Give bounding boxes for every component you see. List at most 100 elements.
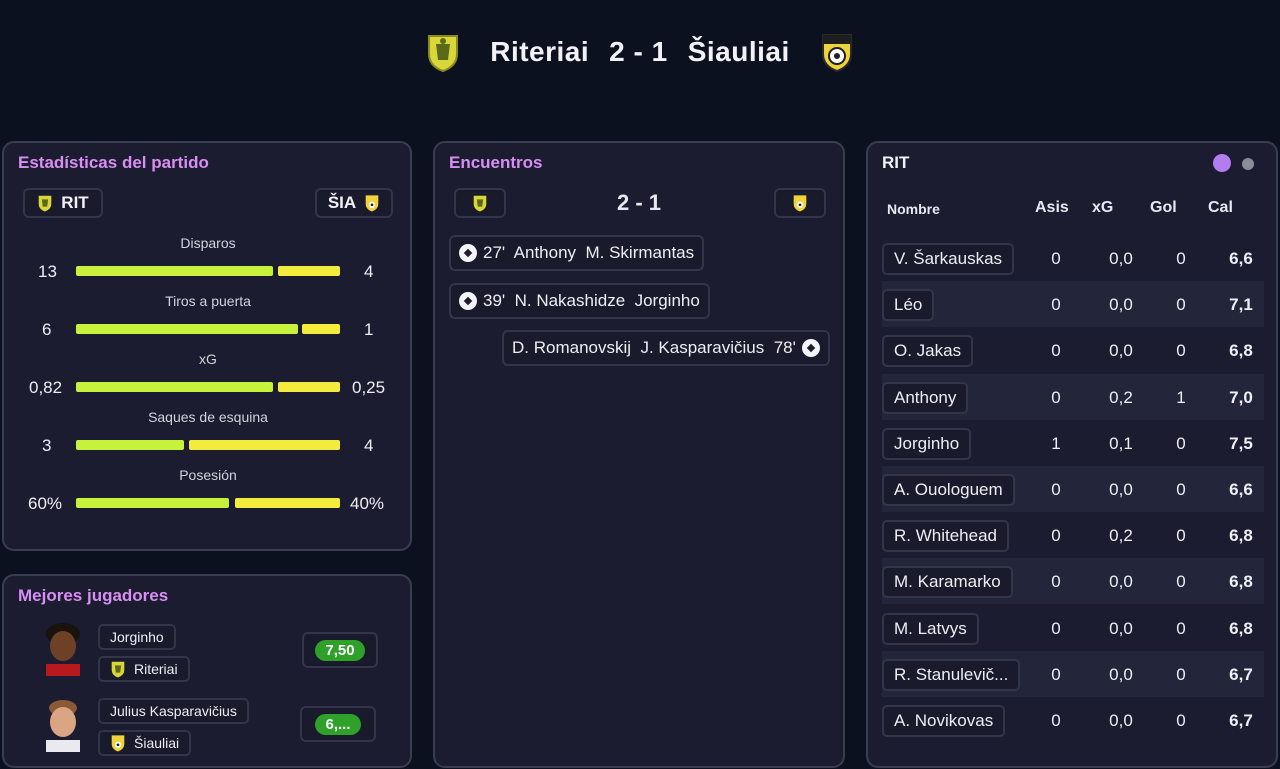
table-row[interactable]: Anthony 0 0,2 1 7,0	[882, 373, 1264, 420]
col-header-asis[interactable]: Asis	[1035, 199, 1069, 217]
top-player-card[interactable]: Julius Kasparavičius Šiauliai 6,...	[4, 696, 412, 766]
roster-panel: RIT Nombre Asis xG Gol Cal V. Šarkauskas…	[866, 141, 1278, 768]
table-row[interactable]: V. Šarkauskas 0 0,0 0 6,6	[882, 235, 1264, 281]
cal-cell: 6,7	[1229, 711, 1253, 730]
rating-badge: 6,...	[315, 713, 361, 735]
asis-cell: 0	[1051, 618, 1061, 638]
col-header-name[interactable]: Nombre	[887, 201, 940, 217]
asis-cell: 0	[1051, 387, 1061, 407]
stat-away-value: 4	[364, 436, 374, 455]
asis-cell: 0	[1051, 249, 1061, 268]
player-name: Julius Kasparavičius	[98, 698, 249, 724]
events-panel: Encuentros 2 - 1 27' Anthony M. Skirmant…	[433, 141, 845, 768]
match-stats-panel: Estadísticas del partido RIT ŠIA Disparo…	[2, 141, 412, 551]
xg-cell: 0,1	[1109, 433, 1133, 453]
table-row[interactable]: O. Jakas 0 0,0 0 6,8	[882, 327, 1264, 373]
player-name: Jorginho	[98, 624, 176, 650]
roster-team: RIT	[882, 153, 910, 172]
stat-home-bar	[76, 440, 184, 450]
event-text: 27' Anthony M. Skirmantas	[483, 243, 695, 262]
soccer-ball-icon	[459, 292, 477, 310]
gol-cell: 1	[1176, 387, 1186, 407]
cal-cell: 7,0	[1229, 387, 1253, 407]
stat-away-bar	[235, 498, 340, 508]
player-rating: 6,...	[300, 706, 376, 742]
stat-away-bar	[278, 266, 340, 276]
soccer-ball-icon	[459, 244, 477, 262]
table-row[interactable]: Jorginho 1 0,1 0 7,5	[882, 420, 1264, 466]
player-name-cell: R. Whitehead	[882, 520, 1009, 553]
xg-cell: 0,0	[1109, 341, 1133, 361]
stat-label: Posesión	[179, 467, 237, 483]
rating-badge: 7,50	[315, 639, 365, 661]
away-team-name: Šiauliai	[687, 36, 790, 67]
asis-cell: 0	[1051, 572, 1061, 592]
player-avatar	[38, 696, 88, 752]
gol-cell: 0	[1176, 295, 1186, 315]
table-row[interactable]: A. Ouologuem 0 0,0 0 6,6	[882, 466, 1264, 512]
asis-cell: 1	[1051, 433, 1061, 453]
table-row[interactable]: M. Karamarko 0 0,0 0 6,8	[882, 558, 1264, 605]
table-row[interactable]: M. Latvys 0 0,0 0 6,8	[882, 605, 1264, 651]
stat-away-bar	[189, 440, 340, 450]
player-name-cell: M. Karamarko	[882, 566, 1013, 599]
table-row[interactable]: R. Whitehead 0 0,2 0 6,8	[882, 512, 1264, 558]
col-header-xg[interactable]: xG	[1092, 199, 1113, 217]
panel-title: Encuentros	[449, 153, 543, 172]
table-row[interactable]: A. Novikovas 0 0,0 0 6,7	[882, 697, 1264, 743]
stat-home-bar	[76, 498, 229, 508]
player-name-cell: Jorginho	[882, 427, 972, 460]
stat-away-bar	[302, 324, 340, 334]
xg-cell: 0,0	[1109, 664, 1133, 684]
panel-title: Estadísticas del partido	[18, 153, 209, 172]
player-name-cell: Anthony	[882, 381, 969, 414]
cal-cell: 6,6	[1229, 480, 1253, 499]
stat-label: Saques de esquina	[148, 409, 268, 425]
page-dot[interactable]	[1242, 158, 1254, 170]
gol-cell: 0	[1176, 249, 1186, 268]
cal-cell: 6,8	[1229, 526, 1253, 546]
player-name-cell: M. Latvys	[882, 612, 979, 645]
event-text: 39' N. Nakashidze Jorginho	[483, 291, 700, 310]
stat-home-value: 13	[38, 262, 57, 281]
page-dot-active[interactable]	[1213, 154, 1231, 172]
asis-cell: 0	[1051, 295, 1061, 315]
player-name-cell: O. Jakas	[882, 335, 974, 368]
cal-cell: 6,7	[1229, 664, 1253, 684]
col-header-gol[interactable]: Gol	[1150, 199, 1177, 217]
player-name-text: Jorginho	[110, 629, 164, 645]
stat-label: Disparos	[180, 235, 236, 251]
gol-cell: 0	[1176, 341, 1186, 361]
match-header: Riteriai 2 - 1 Šiauliai	[0, 30, 1280, 74]
xg-cell: 0,0	[1109, 572, 1133, 592]
table-row[interactable]: Léo 0 0,0 0 7,1	[882, 281, 1264, 328]
player-name-text: Julius Kasparavičius	[110, 703, 237, 719]
player-club: Šiauliai	[98, 730, 192, 756]
gol-cell: 0	[1176, 618, 1186, 638]
table-row[interactable]: R. Stanulevič... 0 0,0 0 6,7	[882, 650, 1264, 697]
player-club-text: Riteriai	[134, 661, 178, 677]
xg-cell: 0,0	[1109, 480, 1133, 499]
stat-label: xG	[199, 351, 217, 367]
col-header-cal[interactable]: Cal	[1208, 199, 1233, 217]
xg-cell: 0,0	[1109, 618, 1133, 638]
stat-away-value: 0,25	[352, 378, 386, 397]
player-club-text: Šiauliai	[134, 735, 180, 751]
stat-home-value: 3	[42, 436, 52, 455]
gol-cell: 0	[1176, 711, 1186, 730]
player-club: Riteriai	[98, 656, 190, 682]
top-player-card[interactable]: Jorginho Riteriai 7,50	[4, 620, 412, 690]
xg-cell: 0,0	[1109, 249, 1133, 268]
goal-event[interactable]: D. Romanovskij J. Kasparavičius 78'	[502, 330, 830, 366]
gol-cell: 0	[1176, 433, 1186, 453]
player-name-cell: Léo	[882, 289, 935, 322]
event-text: D. Romanovskij J. Kasparavičius 78'	[512, 338, 796, 357]
goal-event[interactable]: 27' Anthony M. Skirmantas	[449, 235, 705, 271]
stat-away-value: 40%	[350, 494, 385, 513]
asis-cell: 0	[1051, 526, 1061, 546]
goal-event[interactable]: 39' N. Nakashidze Jorginho	[449, 283, 710, 319]
cal-cell: 6,8	[1229, 572, 1253, 592]
stat-label: Tiros a puerta	[165, 293, 251, 309]
cal-cell: 7,1	[1229, 295, 1253, 315]
stat-home-bar	[76, 324, 298, 334]
